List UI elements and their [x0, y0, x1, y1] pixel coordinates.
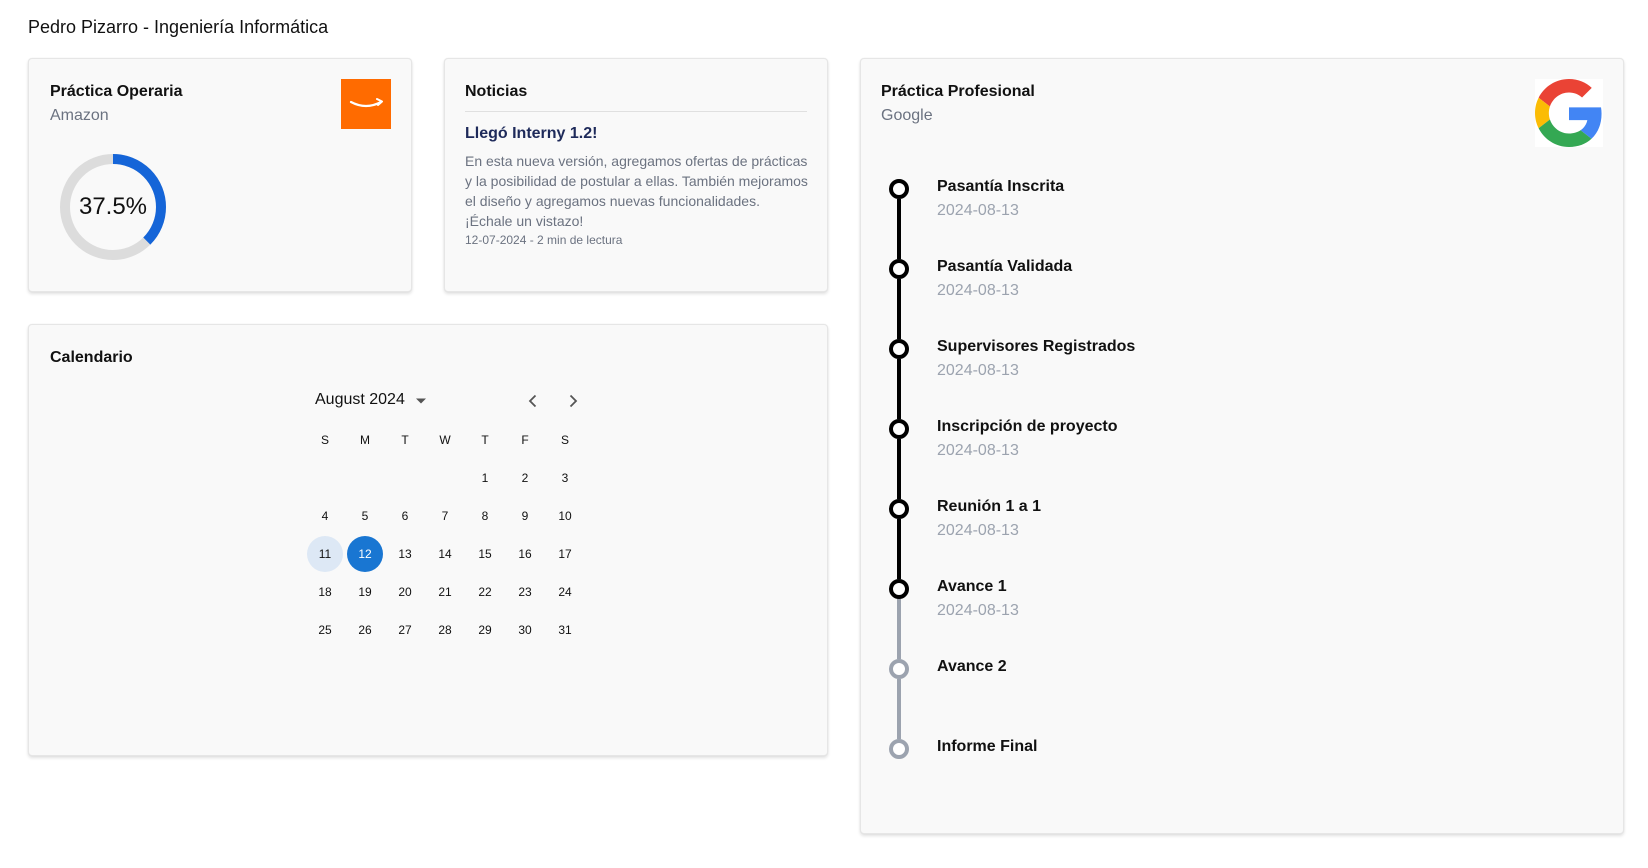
- calendar-day-22[interactable]: 22: [465, 573, 505, 611]
- calendar-day-2[interactable]: 2: [505, 459, 545, 497]
- timeline-connector: [897, 439, 901, 499]
- calendar-day-17[interactable]: 17: [545, 535, 585, 573]
- practica-operaria-company: Amazon: [50, 107, 109, 124]
- calendar-day-12[interactable]: 12: [345, 535, 385, 573]
- calendar-day-23[interactable]: 23: [505, 573, 545, 611]
- weekday-header: W: [439, 433, 451, 447]
- calendar-day-25[interactable]: 25: [305, 611, 345, 649]
- calendar-header: August 2024: [291, 381, 581, 421]
- weekday-header: T: [401, 433, 409, 447]
- calendar-day-26[interactable]: 26: [345, 611, 385, 649]
- weekday-header: S: [560, 433, 569, 447]
- weekday-header: S: [320, 433, 329, 447]
- calendar-day-5[interactable]: 5: [345, 497, 385, 535]
- calendar-empty-cell: [385, 459, 425, 497]
- timeline-step-date: 2024-08-13: [937, 602, 1019, 619]
- step-pending-icon: [889, 659, 909, 679]
- date-calendar: August 2024 S M T W T F S 1 2 3 4 5 6 7 8 9 10 11 12 13 14 15…: [291, 381, 581, 649]
- noticias-title: Noticias: [465, 83, 528, 100]
- timeline-step-label: Inscripción de proyecto: [937, 418, 1118, 435]
- calendar-day-29[interactable]: 29: [465, 611, 505, 649]
- calendario-card: Calendario August 2024 SMTWTFS1234567891…: [28, 324, 828, 756]
- calendar-day-4[interactable]: 4: [305, 497, 345, 535]
- timeline-step-label: Avance 1: [937, 578, 1007, 595]
- calendar-day-28[interactable]: 28: [425, 611, 465, 649]
- calendar-day-13[interactable]: 13: [385, 535, 425, 573]
- weekday-header: F: [521, 433, 529, 447]
- step-complete-icon: [889, 339, 909, 359]
- weekday-header: M: [360, 433, 370, 447]
- calendar-day-8[interactable]: 8: [465, 497, 505, 535]
- calendar-day-16[interactable]: 16: [505, 535, 545, 573]
- practica-operaria-card[interactable]: Práctica Operaria Amazon 37.5%: [28, 58, 412, 292]
- weekday-header: T: [481, 433, 489, 447]
- google-logo-icon: [1535, 79, 1603, 147]
- news-item-body: En esta nueva versión, agregamos ofertas…: [465, 153, 808, 229]
- calendar-day-31[interactable]: 31: [545, 611, 585, 649]
- timeline-connector: [897, 679, 901, 739]
- progress-percentage: 37.5%: [78, 193, 148, 220]
- page-title: Pedro Pizarro - Ingeniería Informática: [28, 17, 329, 37]
- calendar-day-15[interactable]: 15: [465, 535, 505, 573]
- timeline-step-label: Reunión 1 a 1: [937, 498, 1042, 515]
- practica-profesional-title: Práctica Profesional: [881, 83, 1035, 100]
- calendar-day-20[interactable]: 20: [385, 573, 425, 611]
- timeline-connector: [897, 359, 901, 419]
- practica-profesional-card[interactable]: Práctica Profesional Google Pasantía Ins…: [860, 58, 1624, 834]
- calendar-day-18[interactable]: 18: [305, 573, 345, 611]
- noticias-divider: [465, 111, 807, 112]
- timeline-step-date: 2024-08-13: [937, 442, 1019, 459]
- practica-profesional-company: Google: [881, 107, 933, 124]
- amazon-logo-icon: [341, 79, 391, 129]
- calendar-day-19[interactable]: 19: [345, 573, 385, 611]
- calendar-day-7[interactable]: 7: [425, 497, 465, 535]
- timeline-step-label: Avance 2: [937, 658, 1007, 675]
- calendar-empty-cell: [345, 459, 385, 497]
- news-item-meta: 12-07-2024 - 2 min de lectura: [465, 233, 623, 247]
- calendar-month-label[interactable]: August 2024: [315, 391, 405, 409]
- calendar-day-3[interactable]: 3: [545, 459, 585, 497]
- step-complete-icon: [889, 499, 909, 519]
- timeline-step-label: Supervisores Registrados: [937, 338, 1136, 355]
- practica-operaria-title: Práctica Operaria: [50, 83, 183, 100]
- timeline-step-date: 2024-08-13: [937, 522, 1019, 539]
- calendar-day-14[interactable]: 14: [425, 535, 465, 573]
- timeline-connector: [897, 599, 901, 659]
- timeline-step-label: Pasantía Inscrita: [937, 178, 1065, 195]
- calendar-day-11[interactable]: 11: [305, 535, 345, 573]
- timeline-step-label: Pasantía Validada: [937, 258, 1073, 275]
- calendar-day-10[interactable]: 10: [545, 497, 585, 535]
- calendar-day-1[interactable]: 1: [465, 459, 505, 497]
- timeline-step-date: 2024-08-13: [937, 362, 1019, 379]
- chevron-left-icon[interactable]: [523, 391, 543, 411]
- timeline-connector: [897, 279, 901, 339]
- step-pending-icon: [889, 739, 909, 759]
- chevron-right-icon[interactable]: [563, 391, 583, 411]
- timeline-step-date: 2024-08-13: [937, 282, 1019, 299]
- timeline-step-date: 2024-08-13: [937, 202, 1019, 219]
- step-complete-icon: [889, 579, 909, 599]
- step-complete-icon: [889, 179, 909, 199]
- chevron-down-icon[interactable]: [411, 391, 431, 411]
- calendar-day-27[interactable]: 27: [385, 611, 425, 649]
- timeline-connector: [897, 519, 901, 579]
- progress-ring: 37.5%: [57, 151, 169, 263]
- step-complete-icon: [889, 259, 909, 279]
- calendar-day-24[interactable]: 24: [545, 573, 585, 611]
- calendar-day-6[interactable]: 6: [385, 497, 425, 535]
- noticias-card: Noticias Llegó Interny 1.2! En esta nuev…: [444, 58, 828, 292]
- practica-profesional-header: Práctica Profesional Google: [881, 83, 1035, 125]
- calendar-empty-cell: [305, 459, 345, 497]
- timeline-connector: [897, 199, 901, 259]
- timeline-step-label: Informe Final: [937, 738, 1038, 755]
- calendar-day-30[interactable]: 30: [505, 611, 545, 649]
- step-complete-icon: [889, 419, 909, 439]
- calendar-day-9[interactable]: 9: [505, 497, 545, 535]
- calendar-grid: S M T W T F S 1 2 3 4 5 6 7 8 9 10 11 12 13 14 15 16 17 18 19 20 21…: [305, 421, 581, 649]
- calendario-title: Calendario: [50, 349, 133, 366]
- news-item-title[interactable]: Llegó Interny 1.2!: [465, 125, 597, 143]
- calendar-empty-cell: [425, 459, 465, 497]
- calendar-day-21[interactable]: 21: [425, 573, 465, 611]
- practica-operaria-header: Práctica Operaria Amazon: [50, 83, 183, 125]
